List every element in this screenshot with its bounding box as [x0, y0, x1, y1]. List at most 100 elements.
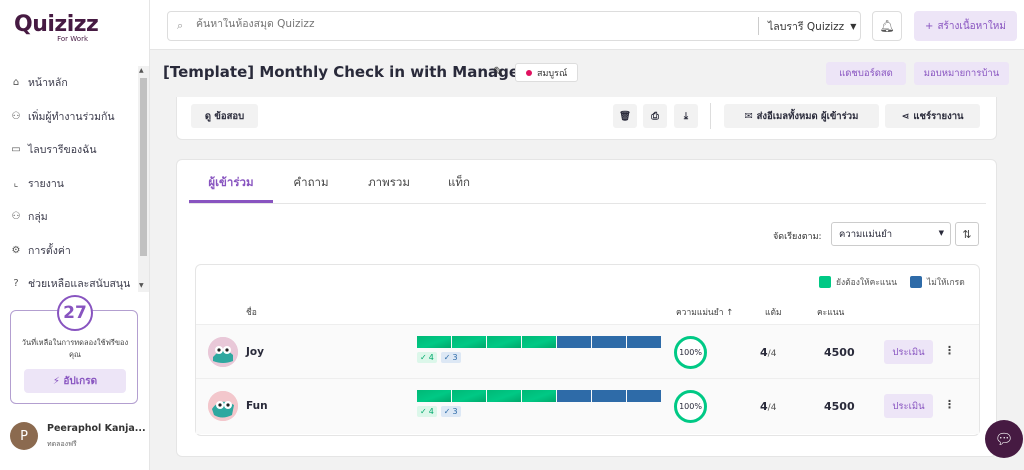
live-dashboard-button[interactable]: แดชบอร์ดสด — [826, 62, 906, 85]
column-header-accuracy[interactable]: ความแม่นยำ ↑ — [676, 305, 733, 319]
sidebar-item-reports[interactable]: ⌞ รายงาน — [0, 167, 138, 201]
sidebar-item-label: กลุ่ม — [28, 211, 48, 224]
ungraded-count: ✓ 3 — [440, 406, 461, 417]
delete-button[interactable]: 🗑︎ — [613, 104, 637, 128]
edit-icon[interactable]: ✎ — [493, 65, 504, 80]
report-icon: ⌞ — [13, 177, 19, 189]
gear-icon: ⚙ — [11, 244, 21, 256]
evaluate-button[interactable]: ประเมิน — [884, 340, 933, 364]
sidebar: Quizizz For Work ⌂ หน้าหลัก ⚇ เพิ่มผู้ทำ… — [0, 0, 150, 470]
sidebar-scrollbar[interactable]: ▲ ▼ — [138, 66, 149, 292]
ungraded-segment — [627, 390, 661, 402]
chevron-down-icon: ▼ — [938, 229, 944, 237]
create-content-button[interactable]: + สร้างเนื้อหาใหม่ — [914, 11, 1017, 41]
ungraded-count-value: 3 — [452, 353, 458, 362]
check-icon: ✓ — [420, 353, 427, 362]
share-report-label: แชร์รายงาน — [913, 110, 964, 122]
email-all-participants-button[interactable]: ✉ ส่งอีเมลทั้งหมด ผู้เข้าร่วม — [724, 104, 879, 128]
home-icon: ⌂ — [12, 77, 20, 89]
search-bar[interactable]: ⌕ ไลบรารี Quizizz ▼ — [167, 11, 861, 41]
tab-questions[interactable]: คำถาม — [281, 174, 341, 192]
correct-segment — [417, 390, 451, 402]
participant-name: Joy — [246, 346, 264, 358]
correct-count-value: 4 — [428, 407, 434, 416]
download-icon: ⤓ — [683, 110, 689, 122]
sort-direction-button[interactable]: ⇅ — [955, 222, 979, 246]
score-total: /4 — [767, 403, 777, 413]
plus-icon: + — [925, 20, 934, 32]
sidebar-item-add-collaborator[interactable]: ⚇ เพิ่มผู้ทำงานร่วมกัน — [0, 100, 138, 134]
sort-order-icon: ⇅ — [962, 227, 972, 241]
ungraded-segment — [592, 336, 626, 348]
legend-swatch-green — [819, 276, 831, 288]
correct-segment — [522, 390, 556, 402]
page-title: [Template] Monthly Check in with Manager… — [163, 63, 536, 81]
avatar — [208, 337, 238, 367]
answer-counts: ✓ 4 ✓ 3 — [417, 352, 461, 363]
score-value: 4 — [760, 400, 768, 413]
sidebar-item-label: รายงาน — [28, 177, 64, 190]
tab-participants[interactable]: ผู้เข้าร่วม — [189, 174, 273, 192]
divider — [710, 103, 711, 129]
tab-overview[interactable]: ภาพรวม — [354, 174, 424, 192]
ungraded-count: ✓ 3 — [440, 352, 461, 363]
sort-label: จัดเรียงตาม: — [773, 232, 822, 242]
table-row[interactable]: Fun ✓ 4 ✓ 3 100% 4/4 4500 ประเมิน ⋮ — [196, 379, 979, 434]
sort-select-value: ความแม่นยำ — [839, 228, 893, 240]
table-row[interactable]: Joy ✓ 4 ✓ 3 100% 4/4 4500 ประเมิน ⋮ — [196, 324, 979, 379]
sidebar-item-groups[interactable]: ⚇ กลุ่ม — [0, 200, 138, 234]
view-quiz-label: ดู ข้อสอบ — [204, 110, 245, 122]
quizizz-logo[interactable]: Quizizz For Work — [14, 12, 99, 44]
assign-homework-button[interactable]: มอบหมายการบ้าน — [914, 62, 1009, 85]
sidebar-item-settings[interactable]: ⚙ การตั้งค่า — [0, 234, 138, 268]
sidebar-scroll-thumb[interactable] — [140, 78, 147, 256]
ungraded-segment — [627, 336, 661, 348]
more-options-icon[interactable]: ⋮ — [944, 398, 955, 411]
share-report-button[interactable]: ⋖ แชร์รายงาน — [885, 104, 980, 128]
correct-count: ✓ 4 — [417, 352, 437, 363]
sort-select[interactable]: ความแม่นยำ ▼ — [831, 222, 951, 246]
scroll-up-icon[interactable]: ▲ — [139, 67, 144, 74]
more-options-icon[interactable]: ⋮ — [944, 344, 955, 357]
upgrade-button[interactable]: ⚡ อัปเกรด — [24, 369, 126, 393]
notification-button[interactable]: 🔔︎ — [872, 11, 902, 41]
report-tabs: ผู้เข้าร่วม คำถาม ภาพรวม แท็ก — [189, 160, 986, 204]
tab-tags[interactable]: แท็ก — [434, 174, 484, 192]
download-button[interactable]: ⤓ — [674, 104, 698, 128]
user-profile[interactable]: P Peeraphol Kanja... ทดลองฟรี — [10, 421, 146, 453]
print-button[interactable]: ⎙ — [643, 104, 667, 128]
score-total: /4 — [767, 349, 777, 359]
assign-homework-label: มอบหมายการบ้าน — [923, 68, 1000, 79]
correct-count-value: 4 — [428, 353, 434, 362]
add-collaborator-icon: ⚇ — [11, 110, 21, 122]
view-quiz-button[interactable]: ดู ข้อสอบ — [191, 104, 258, 128]
correct-segment — [452, 390, 486, 402]
trial-card: 27 วันที่เหลือในการทดลองใช้ฟรีของคุณ ⚡ อ… — [10, 295, 138, 404]
legend-swatch-blue — [910, 276, 922, 288]
chat-support-button[interactable]: 💬︎ — [985, 420, 1023, 458]
correct-segment — [487, 336, 521, 348]
legend-label: ไม่ให้เกรด — [927, 278, 965, 288]
group-icon: ⚇ — [11, 211, 21, 223]
library-select[interactable]: ไลบรารี Quizizz ▼ — [758, 17, 856, 35]
avatar — [208, 391, 238, 421]
sidebar-item-label: ช่วยเหลือและสนับสนุน — [28, 278, 131, 291]
logo-wordmark: Quizizz — [14, 12, 99, 37]
upgrade-label: อัปเกรด — [63, 375, 98, 387]
evaluate-label: ประเมิน — [892, 400, 925, 412]
correct-segment — [452, 336, 486, 348]
evaluate-button[interactable]: ประเมิน — [884, 394, 933, 418]
mail-icon: ✉ — [744, 110, 753, 122]
sidebar-item-my-library[interactable]: ▭ ไลบรารีของฉัน — [0, 133, 138, 167]
search-input[interactable] — [196, 18, 756, 30]
participants-table: ยังต้องให้คะแนน ไม่ให้เกรด ชื่อ ความแม่น… — [195, 264, 980, 436]
share-icon: ⋖ — [901, 110, 910, 122]
status-label: สมบูรณ์ — [537, 68, 568, 79]
sidebar-item-home[interactable]: ⌂ หน้าหลัก — [0, 66, 138, 100]
accuracy-value: 100% — [679, 348, 702, 357]
trial-days-count: 27 — [57, 295, 93, 331]
correct-count: ✓ 4 — [417, 406, 437, 417]
ungraded-count-value: 3 — [452, 407, 458, 416]
check-icon: ✓ — [443, 407, 451, 416]
scroll-down-icon[interactable]: ▼ — [139, 282, 144, 289]
